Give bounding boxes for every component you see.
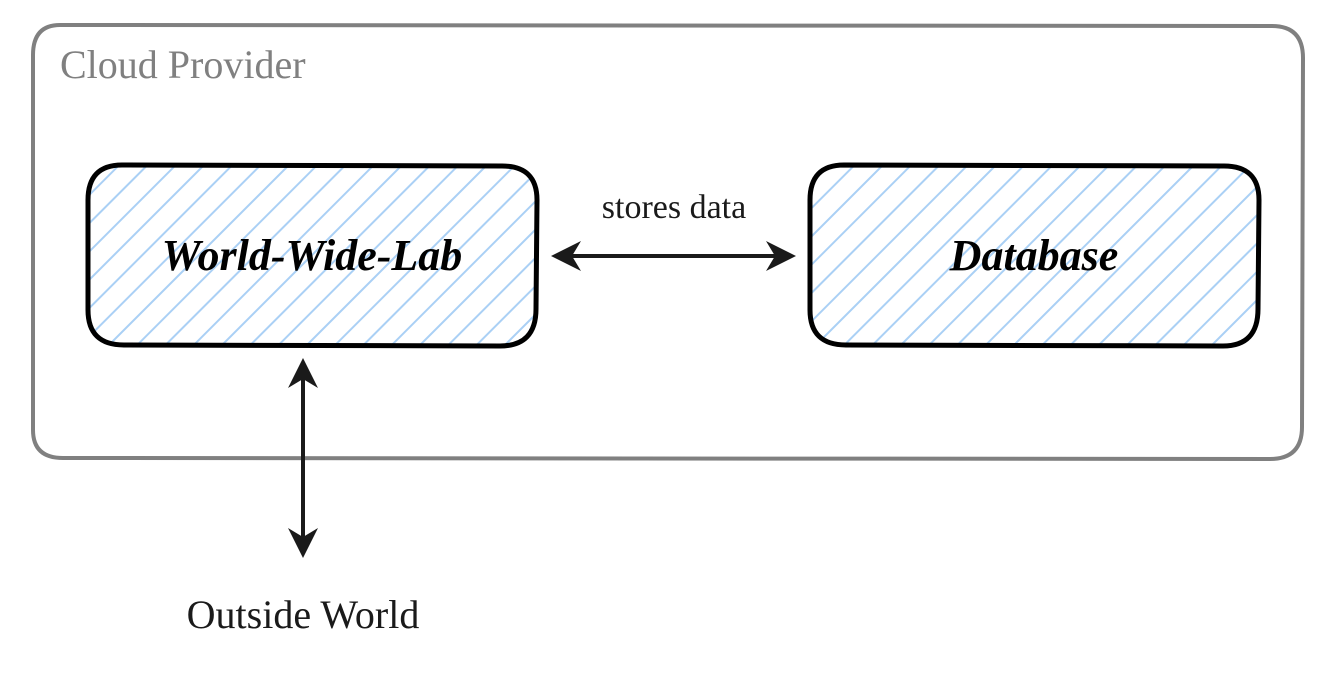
node-database: Database [810, 165, 1259, 346]
node-label-wwl: World-Wide-Lab [162, 231, 463, 280]
architecture-diagram: Cloud Provider World-Wide-Lab Database s… [0, 0, 1337, 693]
node-world-wide-lab: World-Wide-Lab [88, 165, 537, 346]
container-label: Cloud Provider [60, 42, 306, 87]
edge-label-stores: stores data [602, 189, 746, 226]
node-label-db: Database [949, 231, 1119, 280]
edge-stores-data: stores data [557, 189, 790, 256]
external-outside-world: Outside World [187, 592, 420, 637]
